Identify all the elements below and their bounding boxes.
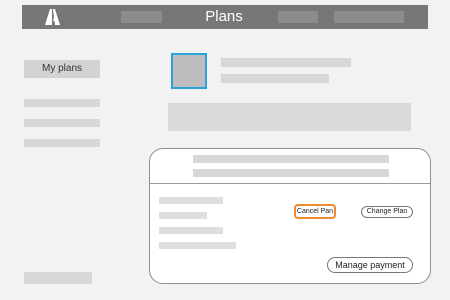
- nav-placeholder[interactable]: [121, 11, 162, 23]
- top-bar: Plans: [22, 5, 428, 29]
- sidebar-item-placeholder[interactable]: [24, 119, 100, 127]
- plan-detail-placeholder: [159, 212, 207, 219]
- sidebar-item-my-plans[interactable]: My plans: [24, 60, 100, 78]
- adobe-logo-icon[interactable]: [42, 7, 62, 27]
- manage-payment-button[interactable]: Manage payment: [327, 257, 413, 273]
- profile-detail-placeholder: [221, 74, 329, 83]
- avatar: [171, 53, 207, 89]
- plan-detail-placeholder: [159, 242, 236, 249]
- plan-detail-placeholder: [159, 197, 223, 204]
- sidebar-footer-placeholder[interactable]: [24, 272, 92, 284]
- sidebar-item-placeholder[interactable]: [24, 99, 100, 107]
- nav-placeholder[interactable]: [334, 11, 404, 23]
- nav-placeholder[interactable]: [278, 11, 318, 23]
- plan-card: Cancel Pan Change Plan Manage payment: [149, 148, 431, 284]
- sidebar-item-placeholder[interactable]: [24, 139, 100, 147]
- cancel-plan-button[interactable]: Cancel Pan: [294, 204, 336, 219]
- page-title: Plans: [205, 8, 243, 25]
- banner-placeholder: [168, 103, 411, 131]
- profile-name-placeholder: [221, 58, 351, 67]
- card-divider: [150, 183, 430, 184]
- plan-detail-placeholder: [159, 227, 223, 234]
- plan-subtitle-placeholder: [193, 169, 389, 177]
- change-plan-button[interactable]: Change Plan: [361, 206, 413, 218]
- plan-title-placeholder: [193, 155, 389, 163]
